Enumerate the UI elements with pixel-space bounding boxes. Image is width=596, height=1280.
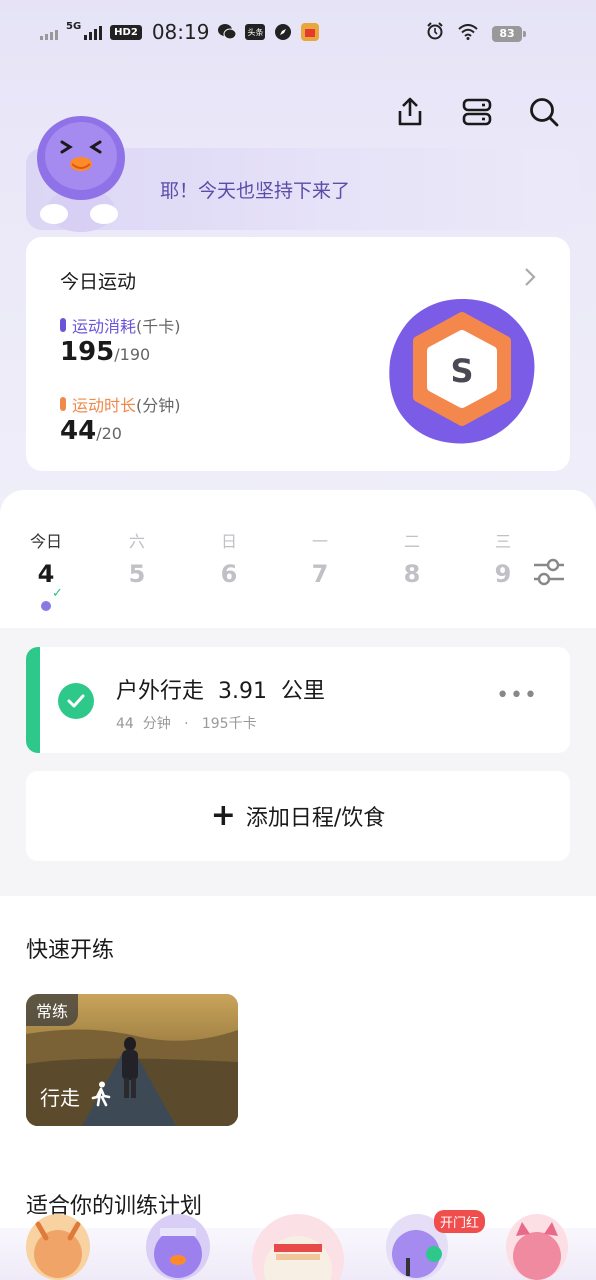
- day-tue[interactable]: 二8: [392, 528, 432, 588]
- today-title: 今日运动: [60, 271, 137, 293]
- layout-icon[interactable]: [457, 92, 497, 132]
- clock: 08:19: [151, 20, 210, 44]
- calories-value: 195/190: [60, 337, 151, 367]
- wechat-icon: [217, 22, 237, 42]
- shop-icon: [301, 23, 320, 41]
- quick-walk-card[interactable]: 常练 行走: [26, 994, 238, 1126]
- duration-value: 44/20: [60, 416, 122, 446]
- compass-icon: [273, 22, 293, 42]
- day-sun[interactable]: 日6: [209, 528, 249, 588]
- today-indicator-dot: [41, 601, 51, 611]
- quick-start-title: 快速开练: [26, 938, 115, 963]
- plan-character-cat[interactable]: [506, 1214, 568, 1280]
- alarm-icon: [426, 22, 444, 45]
- hot-tag: 开门红: [434, 1210, 486, 1233]
- signal-icon: [40, 24, 58, 40]
- status-bar: 5G HD2 08:19 头条 83: [0, 0, 596, 64]
- day-wed[interactable]: 三9: [483, 528, 523, 588]
- walking-icon: [90, 1081, 112, 1112]
- day-sat[interactable]: 六5: [117, 528, 157, 588]
- filter-icon[interactable]: [531, 556, 567, 588]
- toutiao-icon: 头条: [245, 24, 266, 40]
- add-schedule-button[interactable]: + 添加日程/饮食: [26, 771, 570, 861]
- banner-text: 耶！今天也坚持下来了: [160, 180, 351, 202]
- week-selector: 今日 4 六5 日6 一7 二8 三9: [0, 528, 596, 618]
- duration-dot: [60, 397, 66, 411]
- plus-icon: +: [210, 798, 236, 833]
- achievement-badge[interactable]: S: [386, 295, 538, 447]
- add-schedule-label: 添加日程/饮食: [245, 806, 386, 831]
- mascot-avatar[interactable]: [28, 112, 134, 234]
- today-exercise-card[interactable]: 今日运动 运动消耗 (千卡) 195/190 运动时长 (分钟) 44/20 S: [26, 237, 570, 471]
- signal-5g-icon: 5G: [66, 21, 103, 40]
- svg-text:S: S: [450, 352, 473, 390]
- check-circle-icon: [58, 683, 94, 719]
- battery-icon: 83: [492, 25, 526, 42]
- activity-status-stripe: [26, 647, 40, 753]
- calories-label: 运动消耗 (千卡): [60, 313, 181, 337]
- duration-label: 运动时长 (分钟): [60, 392, 181, 416]
- activity-title: 户外行走 3.91 公里: [116, 679, 325, 704]
- more-icon[interactable]: •••: [496, 683, 538, 708]
- day-today[interactable]: 今日 4: [26, 528, 66, 588]
- frequent-tag: 常练: [26, 994, 79, 1026]
- walk-label: 行走: [40, 1081, 112, 1112]
- activity-card[interactable]: 户外行走 3.91 公里 44 分钟 · 195千卡 •••: [26, 647, 570, 753]
- search-icon[interactable]: [524, 92, 564, 132]
- wifi-icon: [458, 23, 478, 45]
- day-mon[interactable]: 一7: [300, 528, 340, 588]
- share-icon[interactable]: [390, 92, 430, 132]
- calories-dot: [60, 318, 66, 332]
- chevron-right-icon[interactable]: [524, 267, 536, 292]
- plan-character-bird[interactable]: [146, 1214, 210, 1280]
- plan-character-deer[interactable]: [26, 1214, 90, 1280]
- activity-subtitle: 44 分钟 · 195千卡: [116, 716, 257, 732]
- hd-icon: HD2: [110, 24, 142, 40]
- check-icon: ✓: [52, 586, 63, 601]
